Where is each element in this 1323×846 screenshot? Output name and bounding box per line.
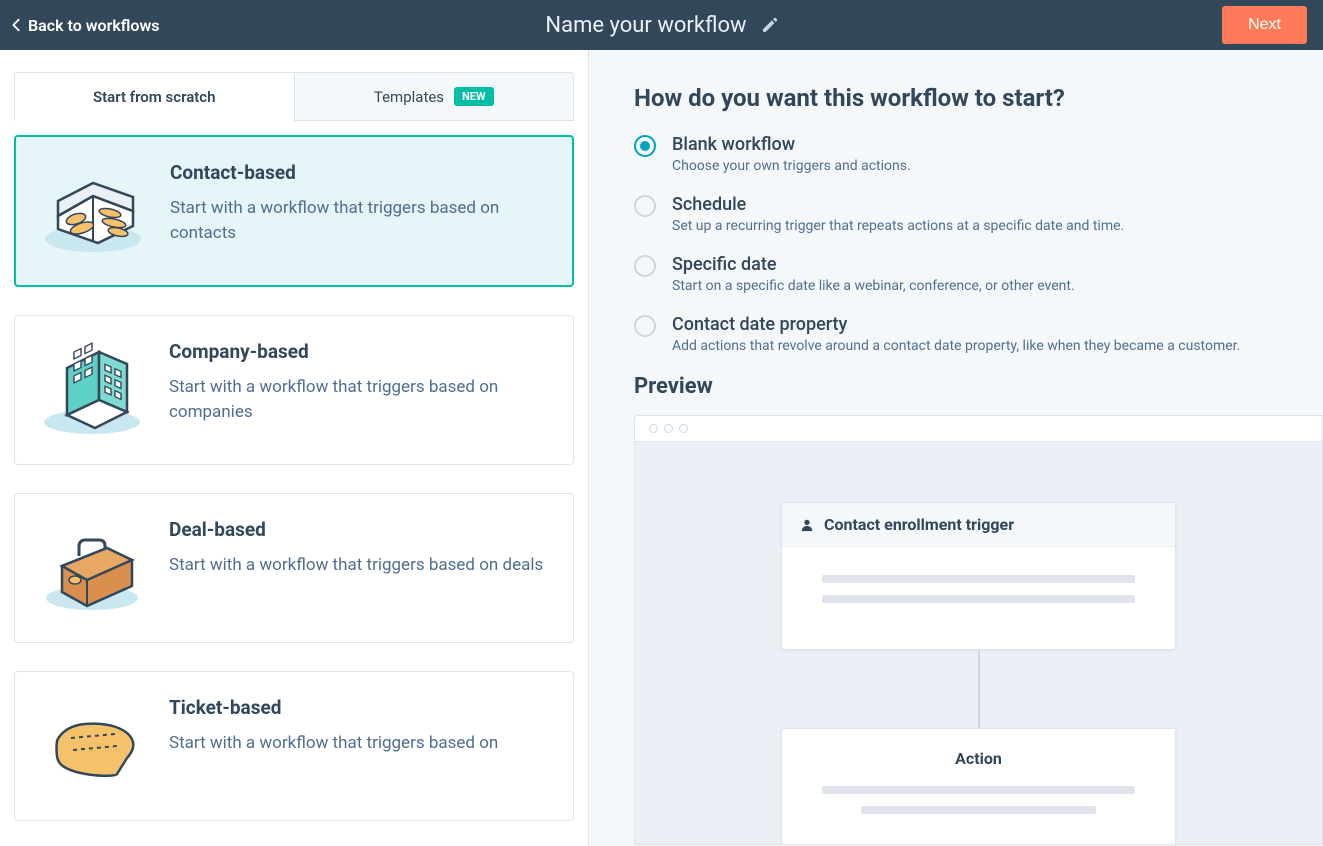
start-options: Blank workflow Choose your own triggers … — [634, 134, 1323, 354]
card-desc: Start with a workflow that triggers base… — [169, 731, 498, 756]
skeleton-line — [861, 806, 1096, 814]
preview-trigger-card: Contact enrollment trigger — [781, 502, 1176, 650]
card-title: Contact-based — [170, 161, 550, 184]
preview-heading: Preview — [634, 374, 1323, 399]
skeleton-line — [822, 595, 1135, 603]
option-specific-date[interactable]: Specific date Start on a specific date l… — [634, 254, 1323, 294]
radio-input[interactable] — [634, 135, 656, 157]
preview-action-card: Action — [781, 728, 1176, 845]
back-to-workflows-link[interactable]: Back to workflows — [10, 16, 160, 35]
action-label: Action — [822, 749, 1135, 768]
option-schedule[interactable]: Schedule Set up a recurring trigger that… — [634, 194, 1323, 234]
card-desc: Start with a workflow that triggers base… — [169, 553, 543, 578]
option-desc: Choose your own triggers and actions. — [672, 158, 911, 174]
option-contact-date-property[interactable]: Contact date property Add actions that r… — [634, 314, 1323, 354]
card-deal-based[interactable]: Deal-based Start with a workflow that tr… — [14, 493, 574, 643]
tab-label: Templates — [374, 88, 444, 106]
radio-input[interactable] — [634, 255, 656, 277]
option-desc: Set up a recurring trigger that repeats … — [672, 218, 1124, 234]
option-blank-workflow[interactable]: Blank workflow Choose your own triggers … — [634, 134, 1323, 174]
buildings-icon — [37, 340, 147, 440]
next-button[interactable]: Next — [1222, 6, 1307, 44]
option-title: Blank workflow — [672, 134, 911, 155]
right-heading: How do you want this workflow to start? — [634, 84, 1323, 112]
workflow-title-wrap[interactable]: Name your workflow — [545, 13, 777, 38]
card-contact-based[interactable]: Contact-based Start with a workflow that… — [14, 135, 574, 287]
card-desc: Start with a workflow that triggers base… — [169, 375, 551, 424]
radio-input[interactable] — [634, 195, 656, 217]
option-desc: Start on a specific date like a webinar,… — [672, 278, 1075, 294]
tab-start-from-scratch[interactable]: Start from scratch — [14, 72, 294, 121]
skeleton-line — [822, 575, 1135, 583]
new-badge: NEW — [454, 87, 494, 106]
back-label: Back to workflows — [28, 16, 160, 35]
preview-body: Contact enrollment trigger Action — [635, 442, 1322, 845]
connector-line — [978, 650, 980, 728]
contact-icon — [800, 518, 814, 532]
header-bar: Back to workflows Name your workflow Nex… — [0, 0, 1323, 50]
option-title: Contact date property — [672, 314, 1240, 335]
card-company-based[interactable]: Company-based Start with a workflow that… — [14, 315, 574, 465]
contact-book-icon — [38, 161, 148, 261]
card-title: Deal-based — [169, 518, 543, 541]
card-ticket-based[interactable]: Ticket-based Start with a workflow that … — [14, 671, 574, 821]
pencil-icon[interactable] — [761, 17, 778, 34]
chevron-left-icon — [10, 18, 22, 32]
radio-input[interactable] — [634, 315, 656, 337]
left-pane: Start from scratch Templates NEW — [0, 50, 589, 846]
card-title: Ticket-based — [169, 696, 498, 719]
card-desc: Start with a workflow that triggers base… — [170, 196, 550, 245]
workflow-title: Name your workflow — [545, 13, 746, 38]
preview-chrome — [635, 416, 1322, 442]
option-title: Schedule — [672, 194, 1124, 215]
right-pane: How do you want this workflow to start? … — [589, 50, 1323, 846]
trigger-label: Contact enrollment trigger — [824, 515, 1014, 534]
card-title: Company-based — [169, 340, 551, 363]
preview-window: Contact enrollment trigger Action — [634, 415, 1323, 845]
skeleton-line — [822, 786, 1135, 794]
tabs: Start from scratch Templates NEW — [14, 72, 574, 121]
tab-label: Start from scratch — [93, 88, 216, 106]
option-title: Specific date — [672, 254, 1075, 275]
chrome-dot-icon — [664, 424, 673, 433]
briefcase-icon — [37, 518, 147, 618]
ticket-icon — [37, 696, 147, 796]
option-desc: Add actions that revolve around a contac… — [672, 338, 1240, 354]
tab-templates[interactable]: Templates NEW — [294, 72, 575, 121]
chrome-dot-icon — [679, 424, 688, 433]
chrome-dot-icon — [649, 424, 658, 433]
